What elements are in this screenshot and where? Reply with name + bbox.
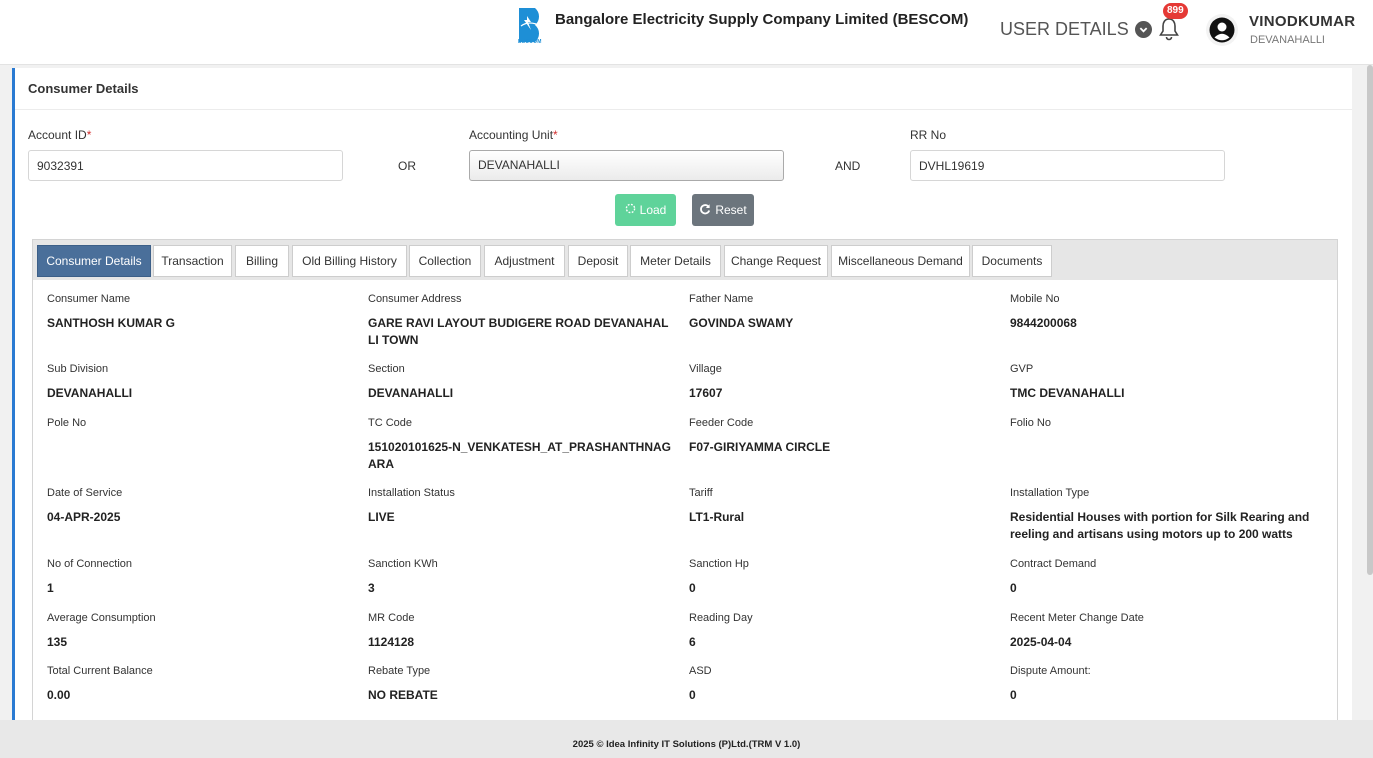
field-total-current-balance: Total Current Balance 0.00 [47, 665, 153, 702]
field-pole-no: Pole No [47, 417, 87, 429]
field-contract-demand: Contract Demand 0 [1010, 558, 1097, 595]
field-consumer-address: Consumer Address GARE RAVI LAYOUT BUDIGE… [368, 293, 669, 347]
top-header: BESCOM Bangalore Electricity Supply Comp… [0, 0, 1373, 65]
tab-deposit[interactable]: Deposit [568, 245, 628, 277]
user-details-label: USER DETAILS [1000, 19, 1129, 39]
tab-consumer-details[interactable]: Consumer Details [37, 245, 151, 277]
or-label: OR [398, 159, 416, 173]
field-date-of-service: Date of Service 04-APR-2025 [47, 487, 123, 524]
field-gvp: GVP TMC DEVANAHALLI [1010, 363, 1125, 400]
reset-button-label: Reset [715, 203, 747, 217]
accounting-unit-label: Accounting Unit* [469, 128, 558, 142]
load-button[interactable]: Load [615, 194, 676, 226]
field-average-consumption: Average Consumption 135 [47, 612, 156, 649]
field-no-of-connection: No of Connection 1 [47, 558, 132, 595]
bescom-logo: BESCOM [517, 2, 549, 47]
load-button-label: Load [639, 203, 667, 217]
user-avatar-icon[interactable] [1206, 14, 1238, 46]
tab-documents[interactable]: Documents [972, 245, 1052, 277]
tab-change-request[interactable]: Change Request [724, 245, 828, 277]
footer-text: 2025 © Idea Infinity IT Solutions (P)Ltd… [572, 739, 801, 750]
field-tariff: Tariff LT1-Rural [689, 487, 745, 524]
account-id-input[interactable] [28, 150, 343, 181]
field-sanction-kwh: Sanction KWh 3 [368, 558, 438, 595]
field-mr-code: MR Code 1124128 [368, 612, 415, 649]
consumer-details-card: Consumer Details Account ID* OR Accounti… [12, 68, 1352, 720]
field-reading-day: Reading Day 6 [689, 612, 753, 649]
divider [15, 109, 1352, 110]
field-recent-meter-change-date: Recent Meter Change Date 2025-04-04 [1010, 612, 1144, 649]
footer: 2025 © Idea Infinity IT Solutions (P)Ltd… [0, 720, 1373, 758]
and-label: AND [835, 159, 861, 173]
field-installation-status: Installation Status LIVE [368, 487, 455, 524]
page-scrollbar[interactable] [1367, 65, 1373, 575]
rr-no-input[interactable] [910, 150, 1225, 181]
field-father-name: Father Name GOVINDA SWAMY [689, 293, 794, 330]
logo-text: BESCOM [518, 39, 542, 45]
field-section: Section DEVANAHALLI [368, 363, 454, 400]
tab-billing[interactable]: Billing [235, 245, 289, 277]
user-location: DEVANAHALLI [1250, 34, 1325, 46]
tab-meter-details[interactable]: Meter Details [630, 245, 721, 277]
rr-no-label: RR No [910, 128, 947, 142]
refresh-icon [699, 203, 711, 218]
field-mobile-no: Mobile No 9844200068 [1010, 293, 1077, 330]
spinner-icon [625, 203, 636, 217]
company-name: Bangalore Electricity Supply Company Lim… [555, 11, 969, 28]
tab-transaction[interactable]: Transaction [153, 245, 232, 277]
tab-bar: Consumer Details Transaction Billing Old… [33, 240, 1337, 280]
field-village: Village 17607 [689, 363, 723, 400]
field-rebate-type: Rebate Type NO REBATE [368, 665, 438, 702]
field-consumer-name: Consumer Name SANTHOSH KUMAR G [47, 293, 175, 330]
bell-icon[interactable] [1157, 16, 1181, 42]
tab-collection[interactable]: Collection [409, 245, 481, 277]
card-title: Consumer Details [28, 81, 139, 96]
tabs-panel: Consumer Details Transaction Billing Old… [32, 239, 1338, 720]
chevron-down-icon [1134, 21, 1152, 38]
tab-miscellaneous-demand[interactable]: Miscellaneous Demand [831, 245, 970, 277]
field-dispute-amount: Dispute Amount: 0 [1010, 665, 1091, 702]
field-sub-division: Sub Division DEVANAHALLI [47, 363, 133, 400]
notification-badge: 899 [1163, 3, 1188, 19]
field-tc-code: TC Code 151020101625-N_VENKATESH_AT_PRAS… [368, 417, 671, 471]
account-id-label: Account ID* [28, 128, 92, 142]
reset-button[interactable]: Reset [692, 194, 754, 226]
tab-adjustment[interactable]: Adjustment [484, 245, 565, 277]
field-asd: ASD 0 [689, 665, 712, 702]
user-details-dropdown[interactable]: USER DETAILS [1000, 19, 1152, 40]
field-folio-no: Folio No [1010, 417, 1051, 429]
tab-old-billing-history[interactable]: Old Billing History [292, 245, 407, 277]
accounting-unit-select[interactable]: DEVANAHALLI [469, 150, 784, 181]
user-name: VINODKUMAR [1249, 13, 1356, 30]
field-feeder-code: Feeder Code F07-GIRIYAMMA CIRCLE [689, 417, 831, 454]
field-sanction-hp: Sanction Hp 0 [689, 558, 749, 595]
field-installation-type: Installation Type Residential Houses wit… [1010, 487, 1310, 541]
